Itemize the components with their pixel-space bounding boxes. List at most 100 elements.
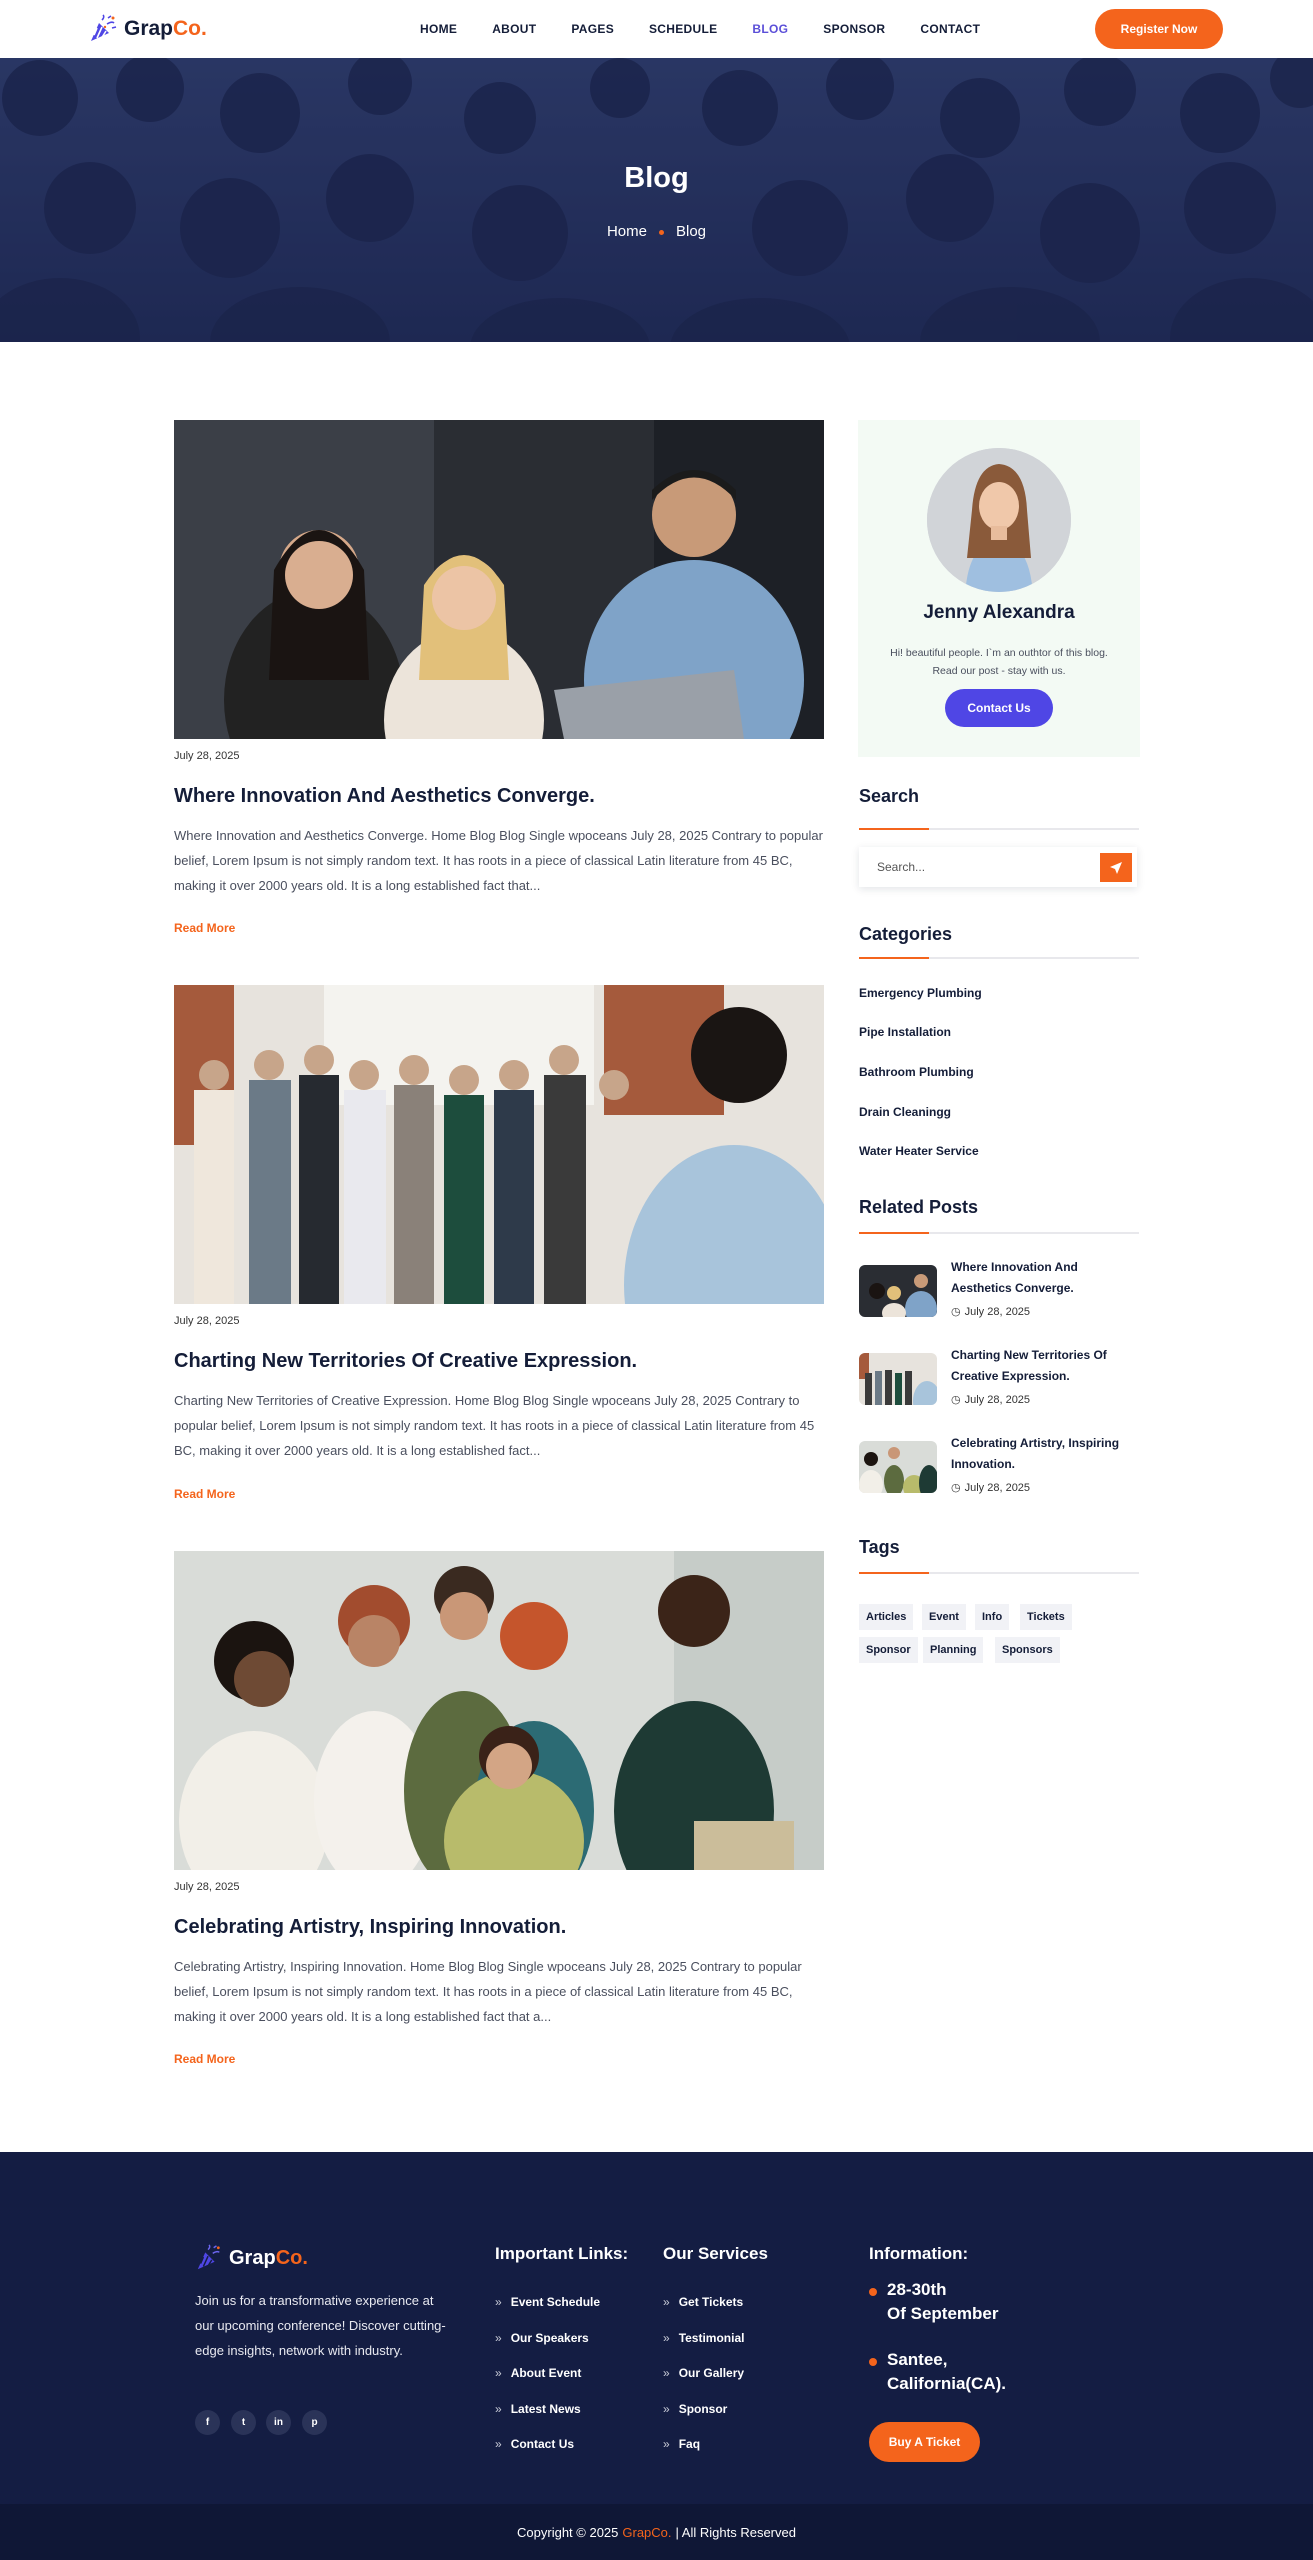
author-widget: Jenny Alexandra Hi! beautiful people. I`… (858, 420, 1140, 757)
post-date: July 28, 2025 (174, 750, 240, 762)
nav-blog[interactable]: BLOG (752, 22, 788, 36)
related-post-thumb[interactable] (859, 1353, 937, 1405)
event-location-line2: California(CA). (887, 2374, 1006, 2393)
brand-name-accent: Co. (173, 17, 207, 40)
important-links-heading: Important Links: (495, 2244, 629, 2263)
footer-link-label: Latest News (510, 2402, 581, 2416)
double-chevron-icon: » (495, 2366, 502, 2380)
post-date: July 28, 2025 (174, 1315, 240, 1327)
footer-service-link[interactable]: » Faq (663, 2437, 700, 2451)
tag-chip[interactable]: Sponsors (995, 1637, 1060, 1663)
category-link[interactable]: Bathroom Plumbing (859, 1065, 974, 1079)
tag-chip[interactable]: Info (975, 1604, 1010, 1630)
post-title[interactable]: Celebrating Artistry, Inspiring Innovati… (174, 1916, 566, 1939)
related-post-date: ◷ July 28, 2025 (951, 1481, 1030, 1495)
clock-icon: ◷ (951, 1306, 961, 1318)
post-title[interactable]: Where Innovation And Aesthetics Converge… (174, 785, 595, 808)
footer-about-text: Join us for a transformative experience … (195, 2293, 446, 2358)
double-chevron-icon: » (495, 2437, 502, 2451)
footer-service-link[interactable]: » Get Tickets (663, 2295, 743, 2309)
register-now-button[interactable]: Register Now (1095, 9, 1223, 49)
footer-brand-name: Grap (229, 2246, 276, 2269)
nav-home[interactable]: HOME (420, 22, 457, 36)
copyright-suffix: | All Rights Reserved (675, 2524, 796, 2540)
tag-chip[interactable]: Event (922, 1604, 966, 1630)
linkedin-icon[interactable]: in (266, 2410, 291, 2435)
post-image[interactable] (174, 420, 824, 739)
heading-underline (859, 828, 1139, 830)
nav-pages[interactable]: PAGES (571, 22, 614, 36)
category-link[interactable]: Emergency Plumbing (859, 986, 982, 1000)
event-dates-line2: Of September (887, 2304, 999, 2323)
footer-link[interactable]: » Event Schedule (495, 2295, 600, 2309)
search-input[interactable]: Search... (859, 847, 1137, 887)
twitter-icon[interactable]: t (231, 2410, 256, 2435)
footer-link[interactable]: » Latest News (495, 2402, 581, 2416)
heading-underline (859, 1572, 1139, 1574)
category-link[interactable]: Pipe Installation (859, 1025, 951, 1039)
related-posts-heading: Related Posts (859, 1197, 979, 1217)
post-excerpt: Where Innovation and Aesthetics Converge… (174, 828, 823, 893)
footer-service-link[interactable]: » Sponsor (663, 2402, 727, 2416)
breadcrumb-home[interactable]: Home (607, 223, 647, 240)
buy-ticket-button[interactable]: Buy A Ticket (869, 2422, 980, 2462)
brand-name: Grap (124, 17, 174, 40)
brand-logo[interactable]: GrapCo. (88, 14, 207, 44)
post-image[interactable] (174, 985, 824, 1304)
nav-about[interactable]: ABOUT (492, 22, 536, 36)
nav-schedule[interactable]: SCHEDULE (649, 22, 717, 36)
footer-link[interactable]: » Our Speakers (495, 2331, 589, 2345)
categories-heading: Categories (859, 924, 953, 944)
footer-link[interactable]: » Contact Us (495, 2437, 574, 2451)
footer-logo[interactable]: GrapCo. (195, 2244, 308, 2272)
double-chevron-icon: » (663, 2402, 670, 2416)
related-post-title[interactable]: Celebrating Artistry, Inspiring Innovati… (951, 1433, 1141, 1475)
related-post-title[interactable]: Charting New Territories Of Creative Exp… (951, 1345, 1141, 1387)
facebook-icon[interactable]: f (195, 2410, 220, 2435)
send-icon (1110, 861, 1122, 874)
search-submit-button[interactable] (1100, 853, 1132, 882)
read-more-link[interactable]: Read More (174, 1487, 235, 1501)
footer-service-link[interactable]: » Testimonial (663, 2331, 744, 2345)
tag-chip[interactable]: Articles (859, 1604, 914, 1630)
related-post-title[interactable]: Where Innovation And Aesthetics Converge… (951, 1257, 1141, 1299)
contact-us-button[interactable]: Contact Us (945, 689, 1053, 727)
footer-link-label: Our Gallery (678, 2366, 745, 2380)
footer-link-label: Faq (678, 2437, 701, 2451)
heading-underline (859, 1232, 1139, 1234)
pinterest-icon[interactable]: p (302, 2410, 327, 2435)
read-more-link[interactable]: Read More (174, 921, 235, 935)
bullet-dot (869, 2358, 877, 2366)
read-more-link[interactable]: Read More (174, 2052, 235, 2066)
information-heading: Information: (869, 2244, 969, 2263)
double-chevron-icon: » (495, 2295, 502, 2309)
post-title[interactable]: Charting New Territories Of Creative Exp… (174, 1350, 637, 1373)
footer-link-label: Testimonial (678, 2331, 745, 2345)
page-title: Blog (624, 162, 689, 194)
search-placeholder: Search... (877, 860, 926, 874)
footer-link[interactable]: » About Event (495, 2366, 581, 2380)
search-heading: Search (859, 786, 920, 806)
tag-chip[interactable]: Sponsor (859, 1637, 918, 1663)
post-image[interactable] (174, 1551, 824, 1870)
nav-contact[interactable]: CONTACT (920, 22, 980, 36)
related-post-thumb[interactable] (859, 1441, 937, 1493)
category-link[interactable]: Drain Cleaningg (859, 1105, 951, 1119)
post-date: July 28, 2025 (174, 1881, 240, 1893)
party-popper-icon (91, 14, 117, 41)
top-navbar: GrapCo. HOME ABOUT PAGES SCHEDULE BLOG S… (0, 0, 1313, 58)
site-footer: GrapCo. Join us for a transformative exp… (0, 2152, 1313, 2504)
footer-brand-accent: Co. (275, 2246, 308, 2269)
related-post-date: ◷ July 28, 2025 (951, 1393, 1030, 1407)
hero-crowd-image (0, 58, 1313, 342)
related-post-thumb[interactable] (859, 1265, 937, 1317)
tag-chip[interactable]: Planning (923, 1637, 984, 1663)
nav-sponsor[interactable]: SPONSOR (823, 22, 885, 36)
footer-service-link[interactable]: » Our Gallery (663, 2366, 744, 2380)
copyright-brand: GrapCo. (622, 2524, 672, 2540)
post-excerpt: Celebrating Artistry, Inspiring Innovati… (174, 1959, 802, 2024)
category-link[interactable]: Water Heater Service (859, 1144, 979, 1158)
tag-chip[interactable]: Tickets (1020, 1604, 1072, 1630)
event-location: Santee, California(CA). (887, 2348, 1006, 2396)
bullet-dot (869, 2288, 877, 2296)
